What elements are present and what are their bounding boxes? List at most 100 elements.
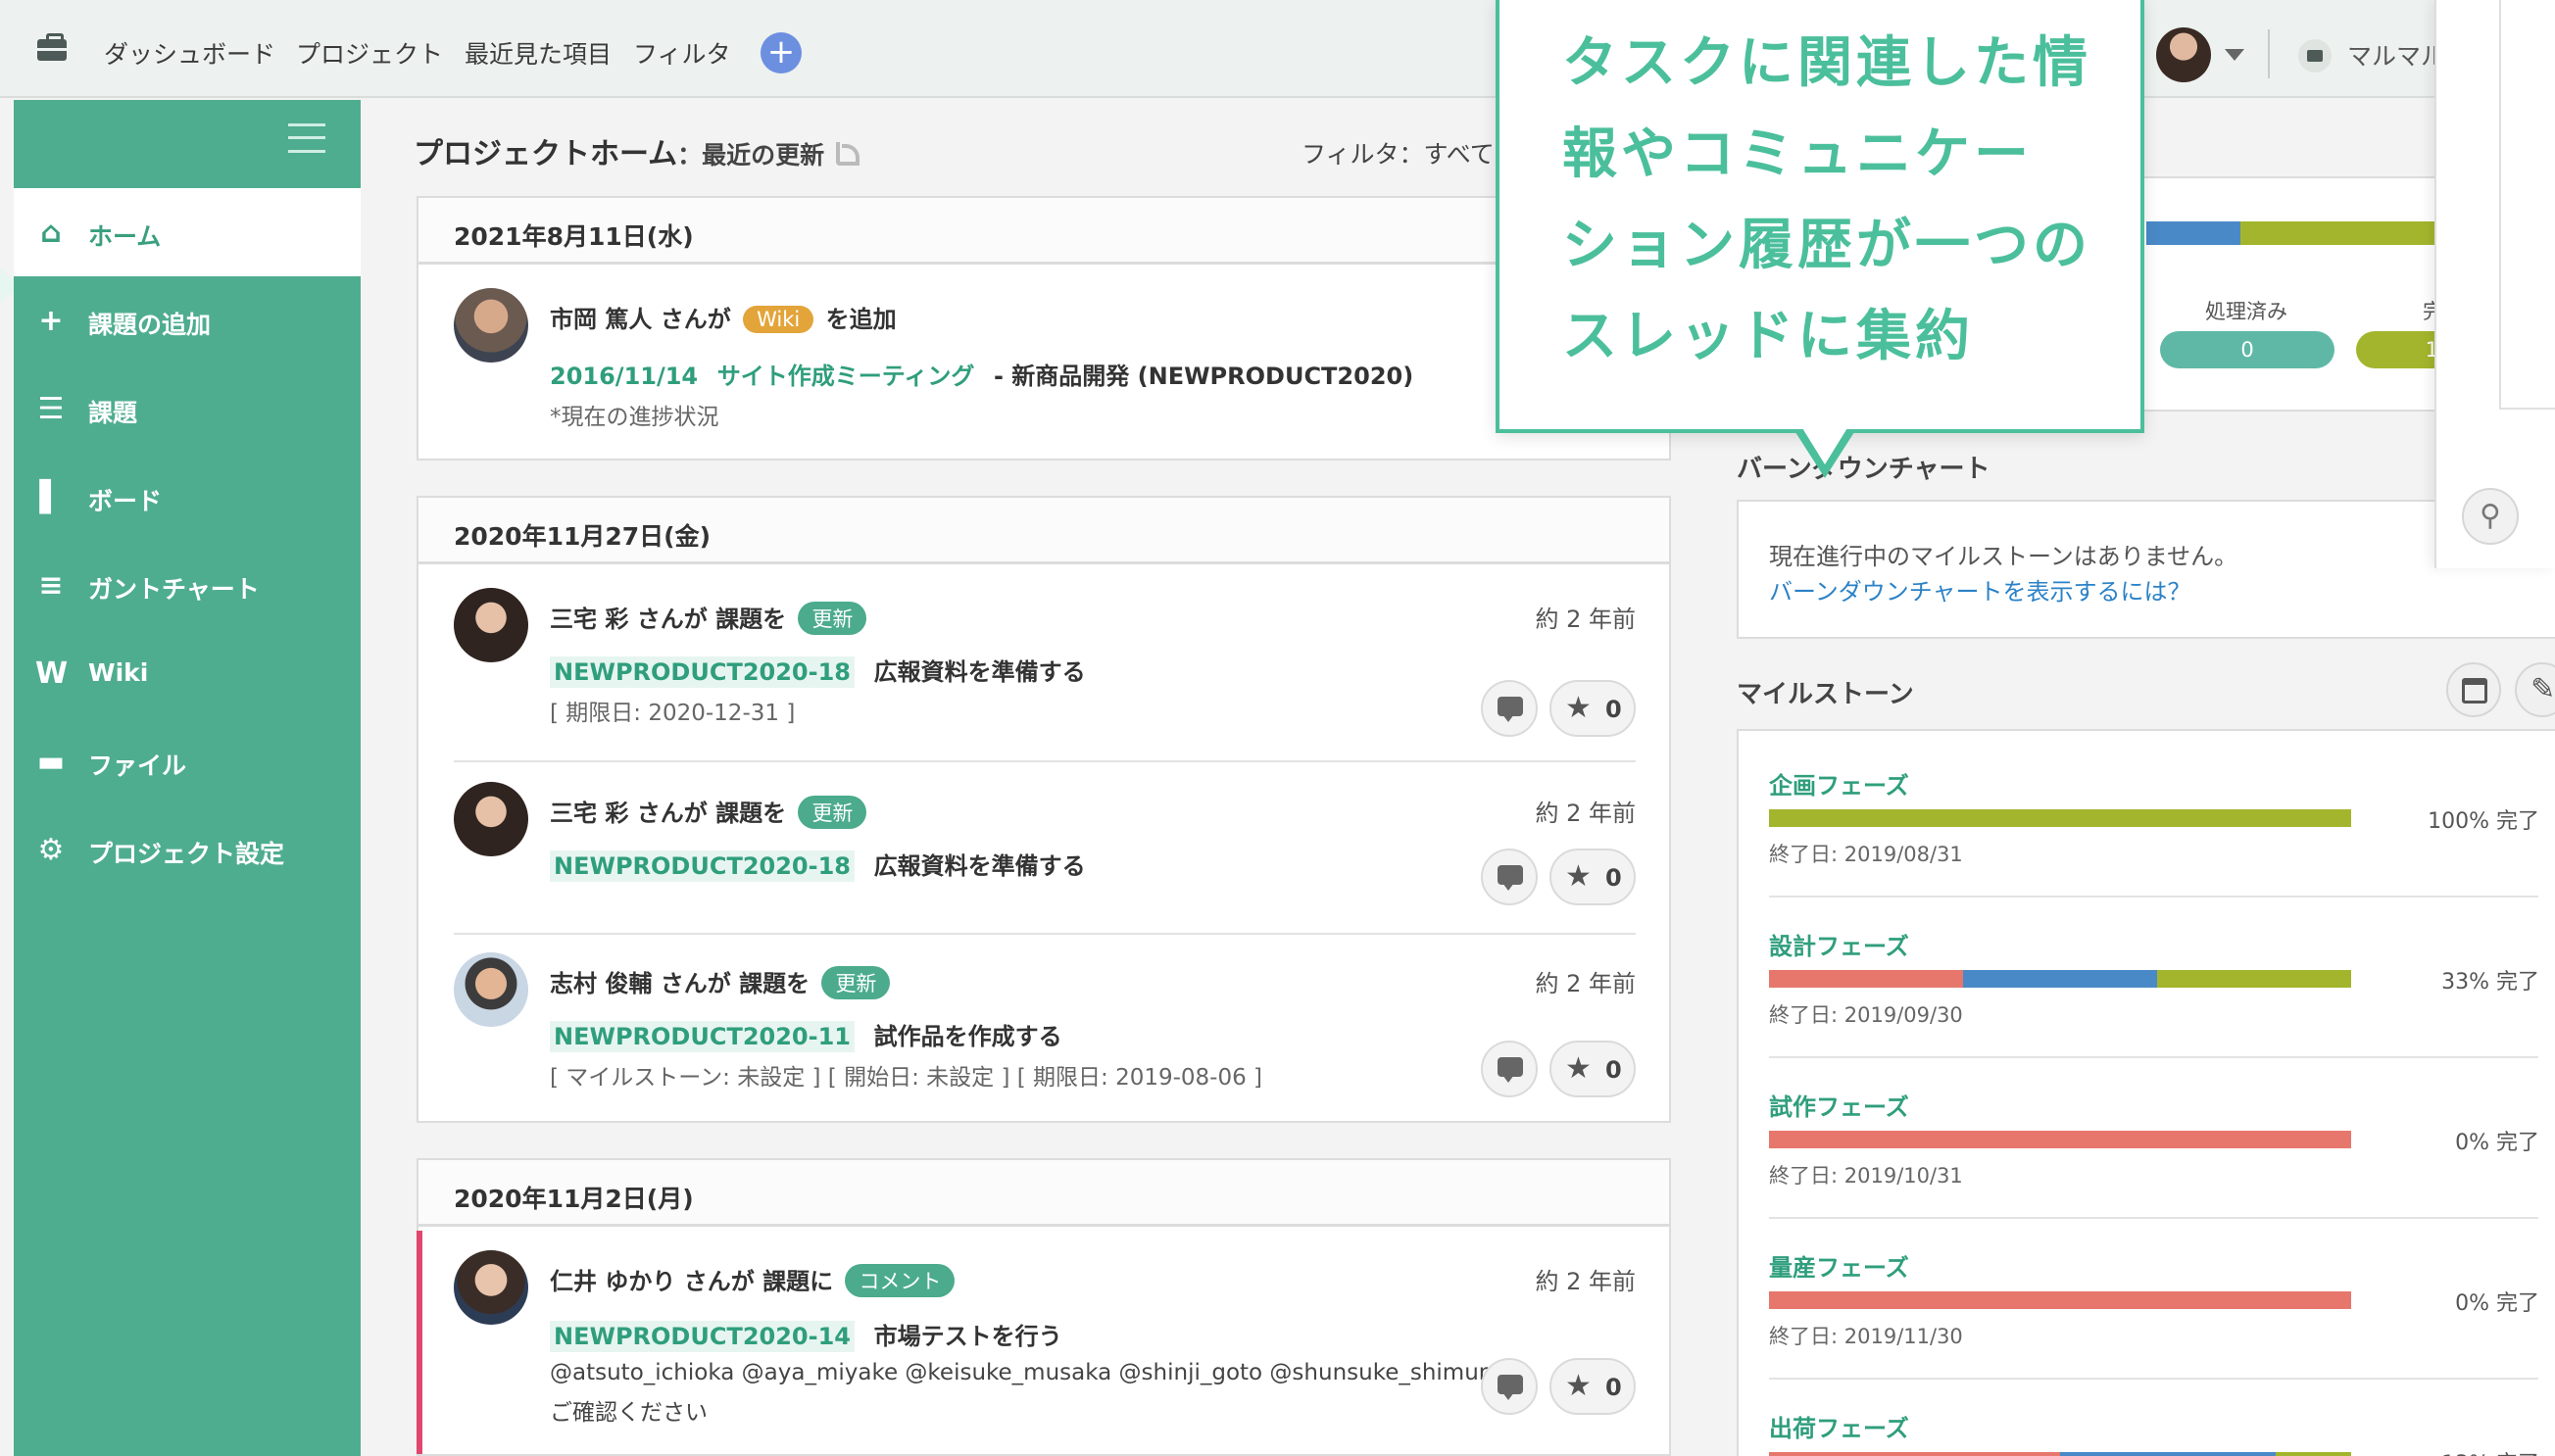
briefcase-icon[interactable] bbox=[37, 33, 67, 61]
callout-tail bbox=[1793, 423, 1856, 478]
add-button[interactable]: + bbox=[761, 32, 802, 73]
sidebar-item-board[interactable]: ▌ ボード bbox=[14, 453, 361, 541]
activity-entry: 三宅 彩 さんが 課題を 更新 約 2 年前 NEWPRODUCT2020-18… bbox=[454, 588, 1636, 745]
issue-key-link[interactable]: NEWPRODUCT2020-18 bbox=[550, 656, 855, 688]
milestone-name[interactable]: 企画フェーズ bbox=[1769, 766, 1909, 801]
nav-projects[interactable]: プロジェクト bbox=[296, 35, 443, 71]
star-button[interactable]: ★ 0 bbox=[1549, 1358, 1636, 1415]
avatar[interactable] bbox=[454, 588, 528, 662]
entry-time: 約 2 年前 bbox=[1535, 606, 1636, 633]
callout-text: タスクに関連した情 報やコミュニケー ション履歴が一つの スレッドに集約 bbox=[1562, 18, 2111, 382]
wiki-icon: W bbox=[35, 656, 69, 691]
edit-button[interactable]: ✎ bbox=[2515, 662, 2555, 717]
sidebar-item-label: ファイル bbox=[88, 752, 187, 780]
nav-dashboard[interactable]: ダッシュボード bbox=[104, 35, 275, 71]
star-button[interactable]: ★ 0 bbox=[1549, 849, 1636, 905]
comment-button[interactable] bbox=[1481, 1358, 1538, 1415]
milestones-title: マイルストーン bbox=[1737, 680, 1914, 709]
sidebar-item-files[interactable]: ▬ ファイル bbox=[14, 717, 361, 805]
star-icon: ★ bbox=[1565, 859, 1592, 894]
wiki-page-link[interactable]: サイト作成ミーティング bbox=[717, 363, 975, 390]
comment-button[interactable] bbox=[1481, 849, 1538, 905]
milestone-percent: 33% 完了 bbox=[2441, 970, 2539, 995]
sidebar-item-project-settings[interactable]: ⚙ プロジェクト設定 bbox=[14, 805, 361, 894]
issue-key-link[interactable]: NEWPRODUCT2020-18 bbox=[550, 850, 855, 882]
avatar[interactable] bbox=[454, 782, 528, 856]
issue-summary[interactable]: 試作品を作成する bbox=[874, 1023, 1062, 1050]
sidebar: ⌂ ホーム + 課題の追加 ☰ 課題 ▌ ボード ≡ ガントチャート W Wik… bbox=[14, 100, 361, 1456]
sidebar-item-issues[interactable]: ☰ 課題 bbox=[14, 364, 361, 453]
pencil-icon: ✎ bbox=[2530, 672, 2555, 706]
milestone-divider bbox=[1769, 1056, 2538, 1058]
activity-entry: 志村 俊輔 さんが 課題を 更新 約 2 年前 NEWPRODUCT2020-1… bbox=[454, 952, 1636, 1109]
milestone-progress-bar bbox=[1769, 809, 2351, 827]
menu-icon[interactable] bbox=[288, 123, 325, 153]
attachment-button[interactable]: ⚲ bbox=[2462, 488, 2519, 545]
status-complete-count[interactable]: 1 bbox=[2356, 331, 2444, 368]
sidebar-item-label: Wiki bbox=[88, 658, 149, 687]
gear-icon: ⚙ bbox=[37, 833, 65, 867]
status-done-count[interactable]: 0 bbox=[2160, 331, 2334, 368]
nav-recent-items[interactable]: 最近見た項目 bbox=[465, 35, 612, 71]
sidebar-item-gantt[interactable]: ≡ ガントチャート bbox=[14, 541, 361, 629]
issue-line: NEWPRODUCT2020-11 試作品を作成する bbox=[550, 1017, 1062, 1052]
comment-button[interactable] bbox=[1481, 680, 1538, 737]
milestone-progress-bar bbox=[1769, 1452, 2351, 1456]
issue-summary[interactable]: 広報資料を準備する bbox=[874, 658, 1086, 686]
issue-summary[interactable]: 市場テストを行う bbox=[874, 1323, 1062, 1350]
star-icon: ★ bbox=[1565, 691, 1592, 725]
group-date: 2021年8月11日(水) bbox=[418, 198, 1669, 265]
avatar[interactable] bbox=[454, 288, 528, 363]
star-count: 0 bbox=[1605, 1056, 1622, 1084]
entry-time: 約 2 年前 bbox=[1535, 800, 1636, 827]
sidebar-item-add-issue[interactable]: + 課題の追加 bbox=[14, 276, 361, 364]
user-avatar[interactable] bbox=[2156, 27, 2211, 82]
burndown-help-link[interactable]: バーンダウンチャートを表示するには？ bbox=[1769, 572, 2191, 607]
avatar[interactable] bbox=[454, 952, 528, 1027]
avatar[interactable] bbox=[454, 1250, 528, 1325]
nav-filter[interactable]: フィルタ bbox=[633, 35, 731, 71]
header-divider bbox=[2268, 29, 2270, 78]
sidebar-item-label: 課題の追加 bbox=[88, 311, 212, 339]
star-button[interactable]: ★ 0 bbox=[1549, 680, 1636, 737]
issue-summary[interactable]: 広報資料を準備する bbox=[874, 852, 1086, 880]
sidebar-item-wiki[interactable]: W Wiki bbox=[14, 629, 361, 717]
milestone-end-date: 終了日: 2019/10/31 bbox=[1769, 1164, 1963, 1188]
callout-line: 報やコミュニケー bbox=[1562, 122, 2033, 186]
gantt-icon: ≡ bbox=[38, 568, 64, 603]
issue-line: NEWPRODUCT2020-18 広報資料を準備する bbox=[550, 653, 1086, 688]
milestone-percent: 13% 完了 bbox=[2441, 1446, 2539, 1456]
issue-line: NEWPRODUCT2020-18 広報資料を準備する bbox=[550, 847, 1086, 882]
star-button[interactable]: ★ 0 bbox=[1549, 1041, 1636, 1097]
board-icon: ▌ bbox=[39, 480, 63, 514]
activity-filter[interactable]: フィルタ：すべて bbox=[1302, 135, 1495, 170]
milestone-divider bbox=[1769, 896, 2538, 898]
action-text: を追加 bbox=[825, 306, 897, 333]
wiki-date-link[interactable]: 2016/11/14 bbox=[550, 363, 698, 390]
milestone-open-segment bbox=[1769, 1291, 2351, 1309]
actor-text: 三宅 彩 さんが 課題を bbox=[550, 800, 787, 827]
milestone-name[interactable]: 設計フェーズ bbox=[1769, 927, 1909, 961]
milestone-name[interactable]: 出荷フェーズ bbox=[1769, 1409, 1909, 1443]
callout-line: タスクに関連した情 bbox=[1562, 31, 2091, 95]
unread-marker bbox=[417, 1231, 422, 1454]
calendar-button[interactable] bbox=[2446, 662, 2501, 717]
milestone-percent: 0% 完了 bbox=[2455, 1291, 2539, 1316]
space-name[interactable]: マルマル bbox=[2347, 37, 2445, 73]
sidebar-item-label: ボード bbox=[88, 487, 163, 515]
entry-actor: 志村 俊輔 さんが 課題を 更新 bbox=[550, 964, 894, 999]
burndown-message: 現在進行中のマイルストーンはありません。 bbox=[1769, 543, 2238, 570]
status-in-progress-segment bbox=[2146, 221, 2240, 245]
milestone-open-segment bbox=[1769, 1452, 2060, 1456]
chevron-down-icon[interactable] bbox=[2225, 49, 2244, 61]
top-navigation-bar: ダッシュボード プロジェクト 最近見た項目 フィルタ + マルマル bbox=[0, 0, 2555, 98]
milestone-end-date: 終了日: 2019/08/31 bbox=[1769, 843, 1963, 866]
milestone-name[interactable]: 量産フェーズ bbox=[1769, 1248, 1909, 1283]
milestone-name[interactable]: 試作フェーズ bbox=[1769, 1088, 1909, 1122]
issue-key-link[interactable]: NEWPRODUCT2020-14 bbox=[550, 1321, 855, 1352]
sidebar-item-home[interactable]: ⌂ ホーム bbox=[14, 188, 361, 276]
issue-key-link[interactable]: NEWPRODUCT2020-11 bbox=[550, 1021, 855, 1052]
rss-icon[interactable] bbox=[836, 142, 860, 166]
comment-button[interactable] bbox=[1481, 1041, 1538, 1097]
entry-time: 約 2 年前 bbox=[1535, 1268, 1636, 1295]
